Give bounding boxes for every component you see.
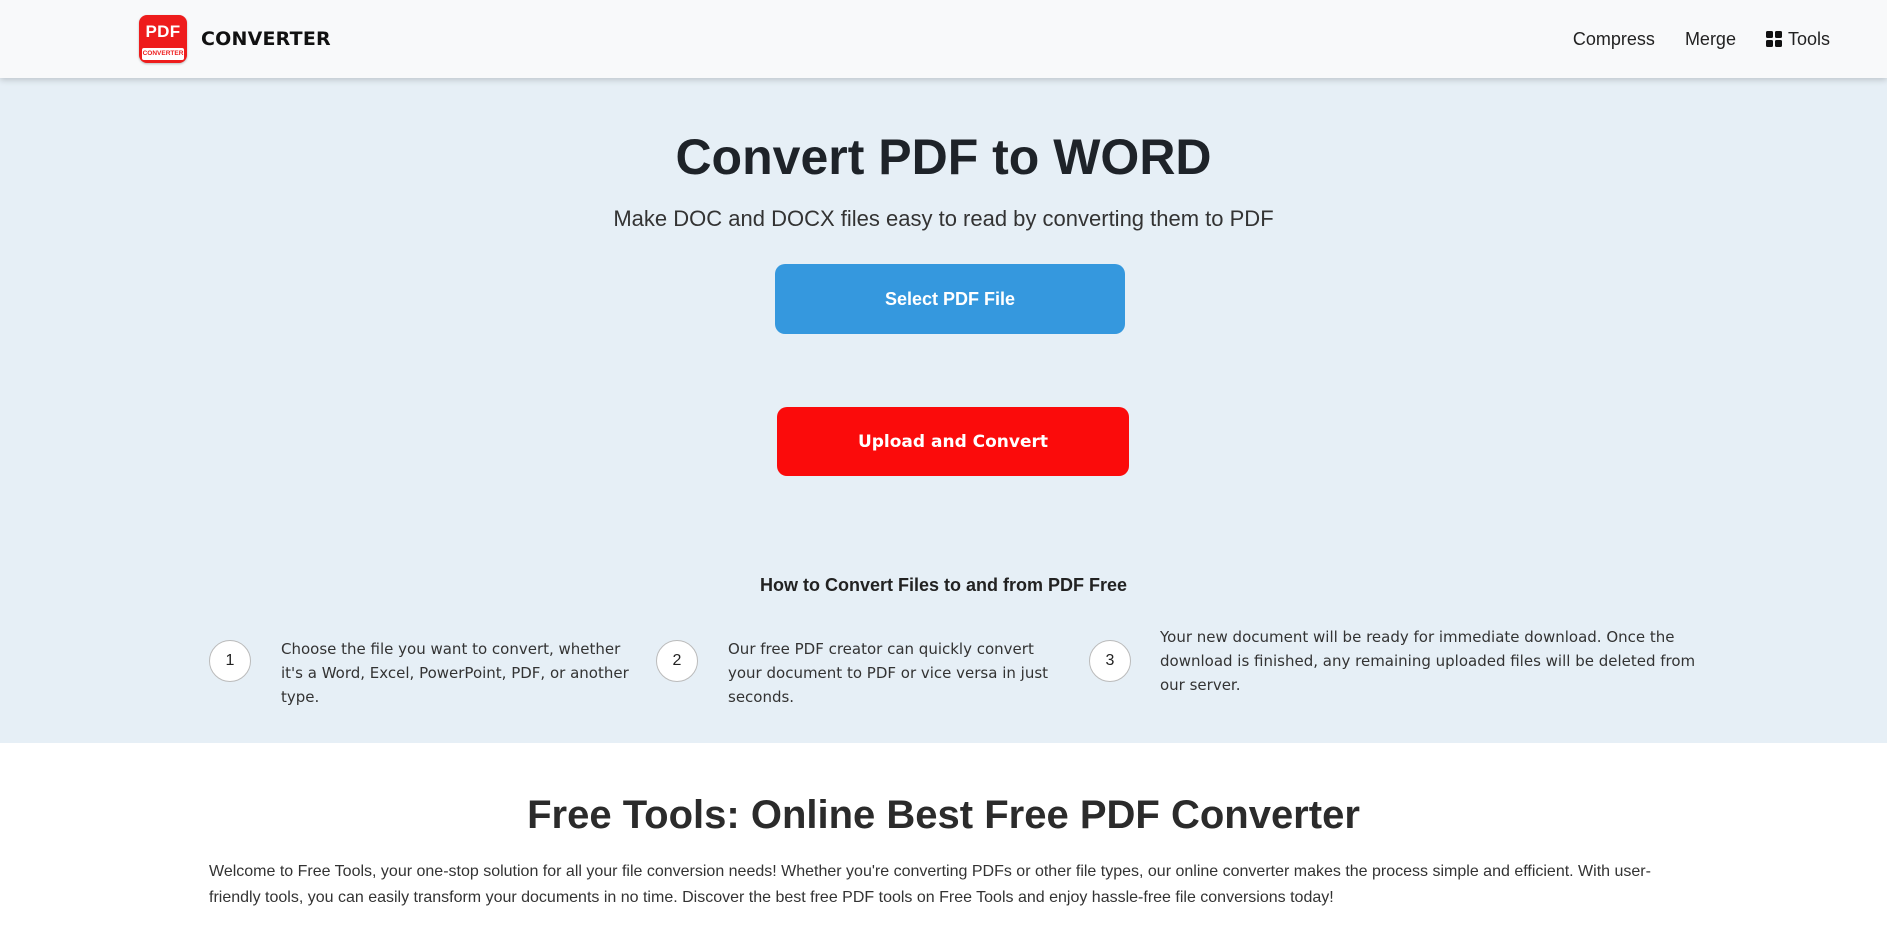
nav-tools-label: Tools	[1787, 28, 1830, 49]
step-1-text: Choose the file you want to convert, whe…	[281, 640, 629, 706]
nav-links: Compress Merge Tools	[1543, 0, 1830, 78]
logo-main-text: PDF	[145, 22, 181, 41]
step-3-number: 3	[1089, 640, 1131, 682]
nav-merge-link[interactable]: Merge	[1685, 29, 1736, 50]
upload-and-convert-button[interactable]: Upload and Convert	[777, 407, 1129, 476]
hero-section: Convert PDF to WORD Make DOC and DOCX fi…	[0, 78, 1887, 743]
page-subtitle: Make DOC and DOCX files easy to read by …	[613, 206, 1274, 231]
step-2-text: Our free PDF creator can quickly convert…	[728, 640, 1049, 706]
intro-paragraph: Welcome to Free Tools, your one-stop sol…	[209, 863, 1651, 906]
step-3-text: Your new document will be ready for imme…	[1160, 628, 1696, 694]
pdf-converter-logo: PDF CONVERTER	[139, 15, 187, 63]
nav-tools-link[interactable]: Tools	[1765, 28, 1830, 50]
grid-icon	[1765, 31, 1782, 47]
brand-link[interactable]: PDF CONVERTER CONVERTER	[139, 15, 331, 63]
select-pdf-file-button[interactable]: Select PDF File	[775, 264, 1125, 334]
nav-compress-link[interactable]: Compress	[1573, 29, 1655, 50]
navbar: PDF CONVERTER CONVERTER Compress Merge T…	[0, 0, 1887, 78]
howto-title: How to Convert Files to and from PDF Fre…	[759, 575, 1128, 595]
logo-subtext: CONVERTER	[142, 48, 184, 60]
section-title: Free Tools: Online Best Free PDF Convert…	[527, 793, 1360, 837]
step-1-number: 1	[209, 640, 251, 682]
step-2-number: 2	[656, 640, 698, 682]
page-title: Convert PDF to WORD	[675, 129, 1212, 185]
brand-name: CONVERTER	[201, 28, 331, 50]
